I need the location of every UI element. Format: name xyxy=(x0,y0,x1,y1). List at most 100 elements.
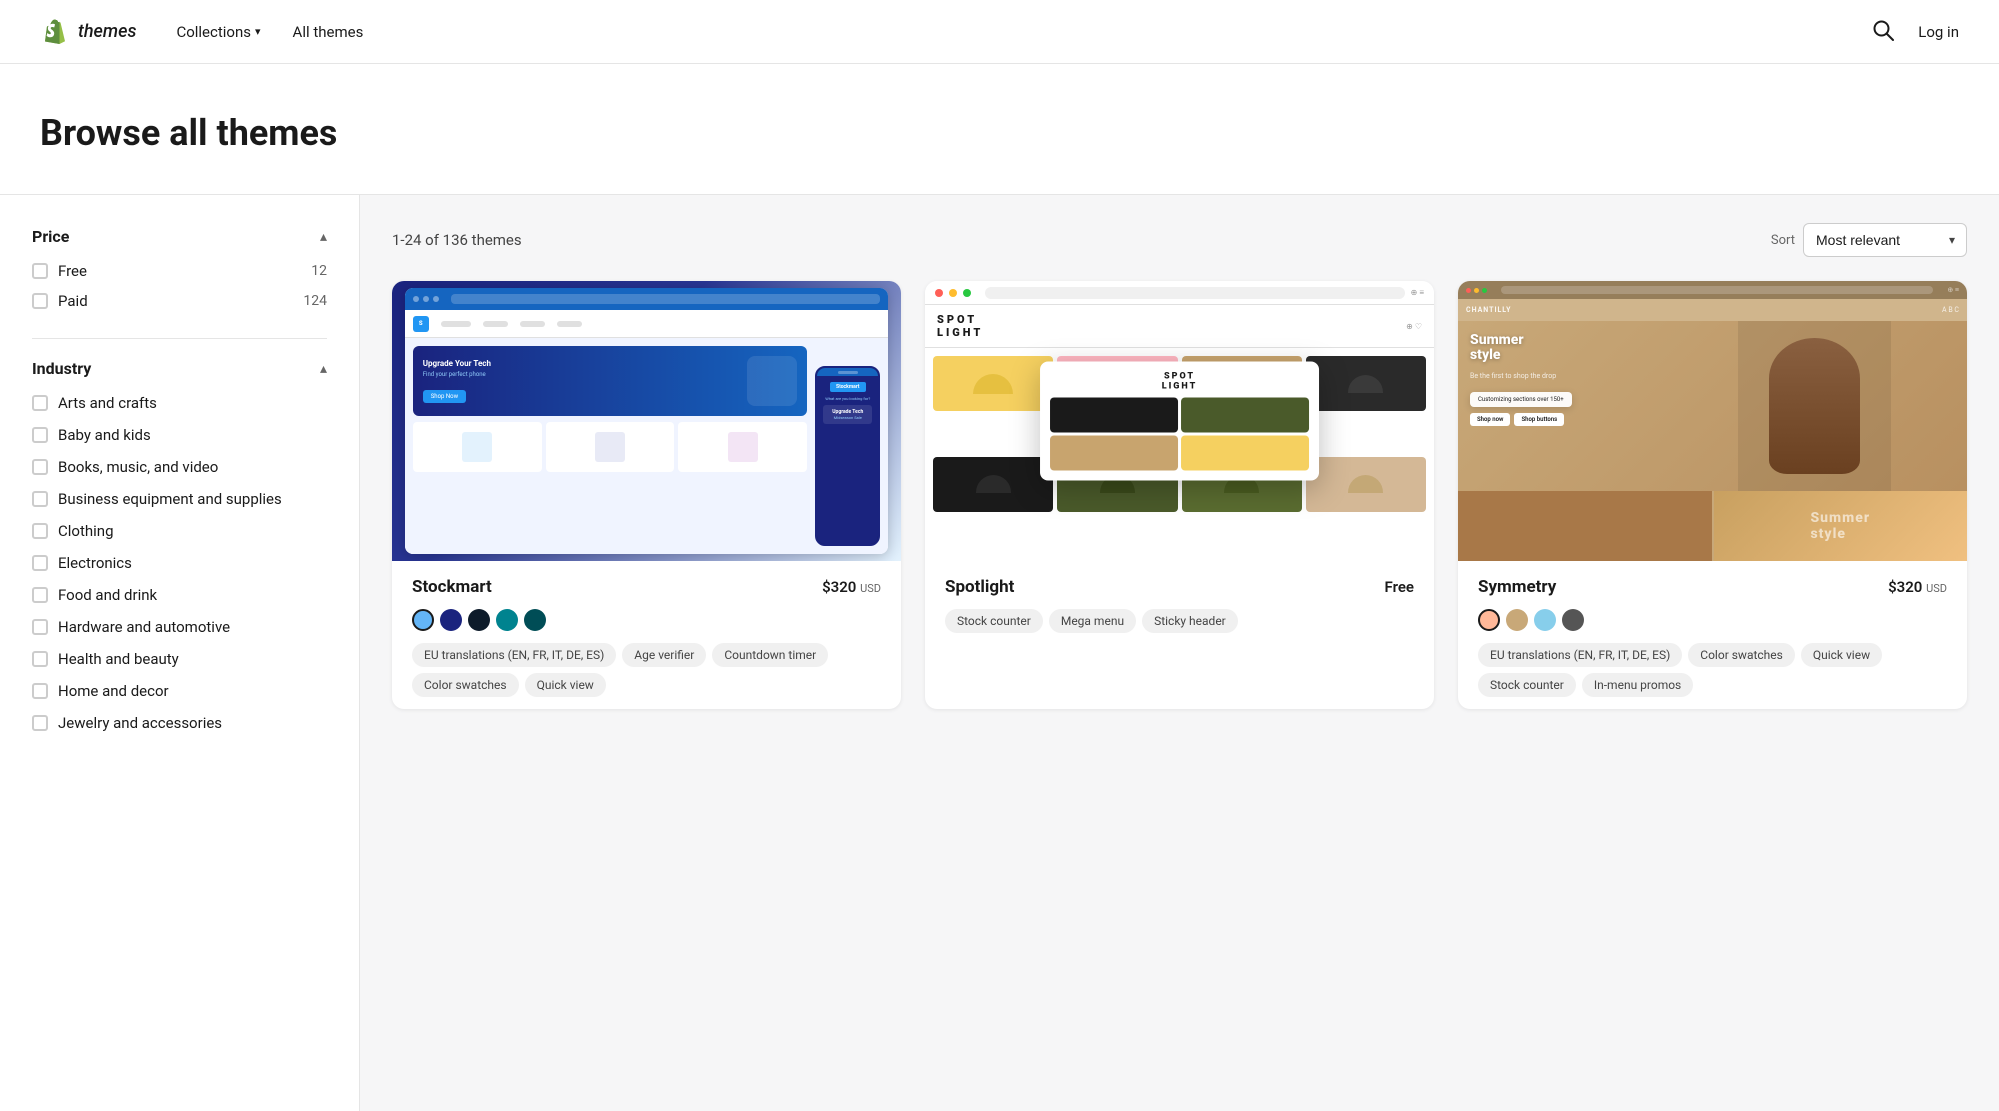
clothing-checkbox[interactable] xyxy=(32,523,48,539)
theme-info-symmetry: Symmetry $320 USD EU translations (EN, xyxy=(1458,561,1967,709)
industry-filter-section: Industry Arts and crafts Baby and kids B… xyxy=(32,359,327,732)
health-checkbox[interactable] xyxy=(32,651,48,667)
free-checkbox[interactable] xyxy=(32,263,48,279)
sort-label: Sort xyxy=(1771,233,1795,248)
industry-section-header: Industry xyxy=(32,359,327,378)
industry-filter-clothing[interactable]: Clothing xyxy=(32,522,327,540)
theme-name-symmetry: Symmetry xyxy=(1478,577,1556,597)
color-option[interactable] xyxy=(1534,609,1556,631)
price-filter-paid: Paid 124 xyxy=(32,292,327,310)
theme-price-spotlight: Free xyxy=(1385,578,1414,596)
theme-name-stockmart: Stockmart xyxy=(412,577,492,597)
theme-tag: Quick view xyxy=(1801,643,1882,667)
price-filter-free: Free 12 xyxy=(32,262,327,280)
price-section-header: Price xyxy=(32,227,327,246)
theme-tag: Sticky header xyxy=(1142,609,1238,633)
industry-filter-hardware[interactable]: Hardware and automotive xyxy=(32,618,327,636)
color-option[interactable] xyxy=(468,609,490,631)
paid-count: 124 xyxy=(303,293,327,309)
theme-tag: Mega menu xyxy=(1049,609,1136,633)
main-layout: Price Free 12 Paid 124 xyxy=(0,195,1999,1111)
theme-tags-symmetry: EU translations (EN, FR, IT, DE, ES) Col… xyxy=(1478,643,1947,697)
theme-tag: EU translations (EN, FR, IT, DE, ES) xyxy=(1478,643,1682,667)
search-icon[interactable] xyxy=(1872,19,1894,45)
price-filter-section: Price Free 12 Paid 124 xyxy=(32,227,327,310)
paid-checkbox[interactable] xyxy=(32,293,48,309)
sort-select[interactable]: Most relevant Newest Price: Low to High … xyxy=(1803,223,1967,257)
baby-kids-checkbox[interactable] xyxy=(32,427,48,443)
shopify-logo-icon xyxy=(40,17,70,47)
color-option[interactable] xyxy=(1506,609,1528,631)
sort-wrapper: Most relevant Newest Price: Low to High … xyxy=(1803,223,1967,257)
paid-label: Paid xyxy=(58,292,88,310)
industry-section-title: Industry xyxy=(32,359,91,378)
industry-filter-business[interactable]: Business equipment and supplies xyxy=(32,490,327,508)
theme-tag: Age verifier xyxy=(622,643,706,667)
electronics-checkbox[interactable] xyxy=(32,555,48,571)
chevron-down-icon: ▾ xyxy=(255,25,261,38)
nav-collections[interactable]: Collections ▾ xyxy=(176,23,260,41)
color-option[interactable] xyxy=(440,609,462,631)
theme-tag: Color swatches xyxy=(1688,643,1795,667)
industry-filter-food[interactable]: Food and drink xyxy=(32,586,327,604)
sidebar-divider xyxy=(32,338,327,339)
theme-tag: Stock counter xyxy=(1478,673,1576,697)
food-checkbox[interactable] xyxy=(32,587,48,603)
color-option[interactable] xyxy=(496,609,518,631)
theme-colors-symmetry xyxy=(1478,609,1947,631)
price-section-toggle[interactable] xyxy=(320,229,327,245)
hardware-checkbox[interactable] xyxy=(32,619,48,635)
results-count: 1-24 of 136 themes xyxy=(392,231,522,249)
color-option[interactable] xyxy=(412,609,434,631)
theme-tag: Quick view xyxy=(525,673,606,697)
industry-filter-jewelry[interactable]: Jewelry and accessories xyxy=(32,714,327,732)
price-section-title: Price xyxy=(32,227,69,246)
free-label: Free xyxy=(58,262,87,280)
theme-tag: In-menu promos xyxy=(1582,673,1693,697)
industry-filter-home[interactable]: Home and decor xyxy=(32,682,327,700)
theme-tag: Countdown timer xyxy=(712,643,828,667)
sidebar: Price Free 12 Paid 124 xyxy=(0,195,360,1111)
business-checkbox[interactable] xyxy=(32,491,48,507)
login-button[interactable]: Log in xyxy=(1918,23,1959,41)
header-actions: Log in xyxy=(1872,19,1959,45)
industry-filter-baby-kids[interactable]: Baby and kids xyxy=(32,426,327,444)
theme-card-stockmart[interactable]: S xyxy=(392,281,901,709)
theme-tags-stockmart: EU translations (EN, FR, IT, DE, ES) Age… xyxy=(412,643,881,697)
theme-price-stockmart: $320 USD xyxy=(822,578,881,596)
color-option[interactable] xyxy=(524,609,546,631)
theme-tag: Stock counter xyxy=(945,609,1043,633)
theme-price-symmetry: $320 USD xyxy=(1888,578,1947,596)
industry-filter-arts-crafts[interactable]: Arts and crafts xyxy=(32,394,327,412)
theme-preview-symmetry: ⊕ ≡ CHANTILLY A B C xyxy=(1458,281,1967,561)
theme-card-spotlight[interactable]: ⊕ ≡ SPOTLIGHT ⊕ ♡ xyxy=(925,281,1434,709)
content-header: 1-24 of 136 themes Sort Most relevant Ne… xyxy=(392,223,1967,257)
main-content: 1-24 of 136 themes Sort Most relevant Ne… xyxy=(360,195,1999,1111)
jewelry-checkbox[interactable] xyxy=(32,715,48,731)
arts-crafts-checkbox[interactable] xyxy=(32,395,48,411)
home-checkbox[interactable] xyxy=(32,683,48,699)
logo-text: themes xyxy=(78,21,136,42)
books-checkbox[interactable] xyxy=(32,459,48,475)
sort-container: Sort Most relevant Newest Price: Low to … xyxy=(1771,223,1967,257)
main-nav: Collections ▾ All themes xyxy=(176,23,1872,41)
theme-colors-stockmart xyxy=(412,609,881,631)
theme-tag: Color swatches xyxy=(412,673,519,697)
theme-name-spotlight: Spotlight xyxy=(945,577,1014,597)
industry-filter-books[interactable]: Books, music, and video xyxy=(32,458,327,476)
theme-tags-spotlight: Stock counter Mega menu Sticky header xyxy=(945,609,1414,633)
logo[interactable]: themes xyxy=(40,17,136,47)
color-option[interactable] xyxy=(1562,609,1584,631)
theme-card-symmetry[interactable]: ⊕ ≡ CHANTILLY A B C xyxy=(1458,281,1967,709)
theme-info-spotlight: Spotlight Free Stock counter Mega menu S… xyxy=(925,561,1434,645)
free-count: 12 xyxy=(311,263,327,279)
theme-preview-spotlight: ⊕ ≡ SPOTLIGHT ⊕ ♡ xyxy=(925,281,1434,561)
industry-section-toggle[interactable] xyxy=(320,361,327,377)
color-option[interactable] xyxy=(1478,609,1500,631)
header: themes Collections ▾ All themes Log in xyxy=(0,0,1999,64)
theme-tag: EU translations (EN, FR, IT, DE, ES) xyxy=(412,643,616,667)
nav-all-themes[interactable]: All themes xyxy=(293,23,364,41)
industry-filter-electronics[interactable]: Electronics xyxy=(32,554,327,572)
themes-grid: S xyxy=(392,281,1967,709)
industry-filter-health[interactable]: Health and beauty xyxy=(32,650,327,668)
